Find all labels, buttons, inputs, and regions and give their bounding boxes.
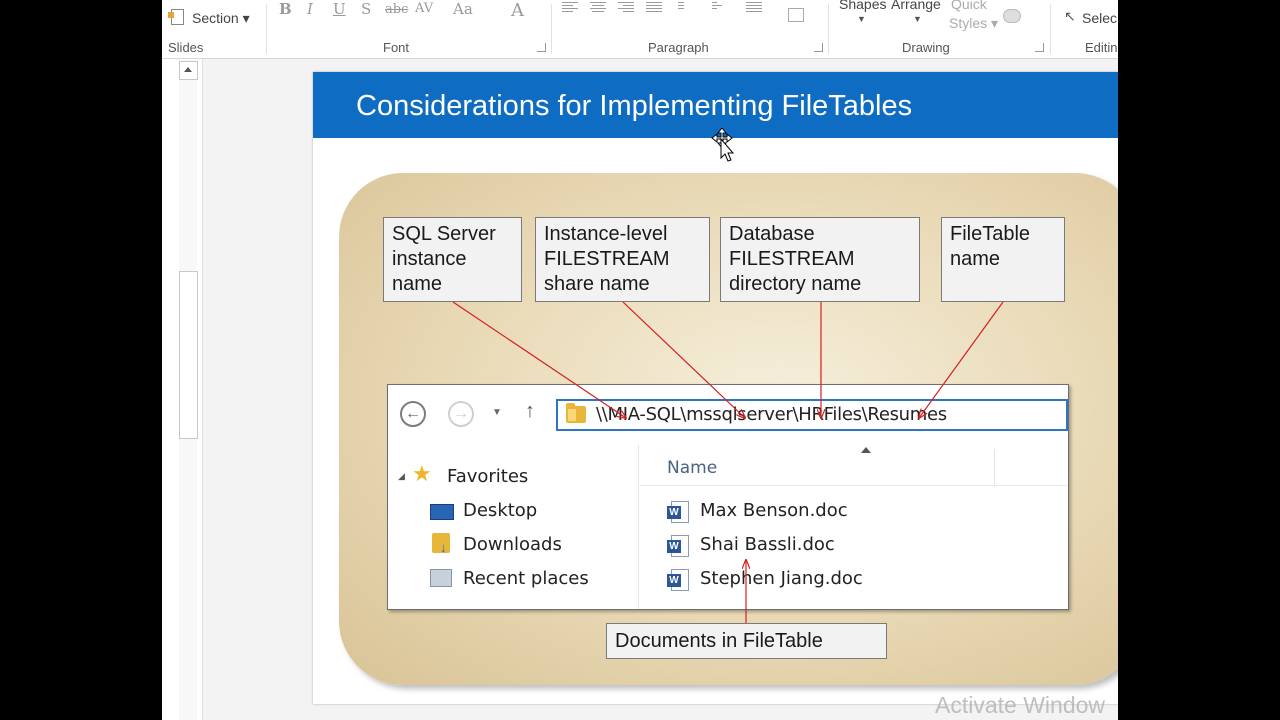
justify-icon[interactable] — [646, 2, 662, 14]
label-documents-in-filetable[interactable]: Documents in FileTable — [606, 623, 887, 659]
desktop-icon — [430, 504, 454, 520]
quick-styles-line1: Quick — [951, 0, 987, 12]
up-arrow-icon[interactable]: ↑ — [525, 400, 535, 423]
align-right-icon[interactable] — [618, 2, 634, 14]
column-divider[interactable] — [994, 449, 995, 485]
folder-icon — [566, 403, 586, 423]
move-cursor-icon — [711, 128, 735, 162]
powerpoint-window: Section ▾ Slides B I U S abc AV Aa A Fon… — [162, 0, 1118, 720]
strikethrough-button[interactable]: abc — [385, 2, 408, 17]
file-name: Stephen Jiang.doc — [700, 568, 863, 589]
pane-divider[interactable] — [638, 445, 639, 609]
change-case-button[interactable]: Aa — [453, 0, 473, 18]
font-dialog-launcher[interactable] — [537, 43, 546, 52]
recent-places-icon — [430, 569, 452, 587]
bold-button[interactable]: B — [279, 0, 292, 18]
scroll-up-button[interactable] — [179, 61, 198, 80]
activate-windows-watermark: Activate Window — [935, 692, 1106, 718]
sort-ascending-icon — [861, 447, 871, 453]
editing-group-label: Editin — [1085, 40, 1118, 55]
header-line — [640, 485, 1068, 486]
paragraph-group: Paragraph — [552, 0, 828, 58]
bullets-icon[interactable] — [746, 2, 762, 14]
font-group-label: Font — [383, 40, 410, 55]
arrange-button[interactable]: Arrange — [891, 0, 941, 12]
recent-locations-dropdown-icon[interactable]: ▼ — [492, 407, 502, 418]
favorites-star-icon: ★ — [412, 461, 432, 486]
section-button-label: Section — [192, 10, 239, 26]
navigation-pane: ◢ ★ Favorites Desktop ↓ Downloads Recent… — [388, 445, 636, 609]
slides-group-label: Slides — [168, 40, 204, 55]
shapes-dropdown-icon: ▼ — [857, 14, 866, 24]
forward-button[interactable]: → — [448, 401, 474, 427]
address-bar[interactable]: \\MIA-SQL\mssqlserver\HRFiles\Resumes — [556, 399, 1068, 431]
expand-arrow-icon[interactable]: ◢ — [398, 471, 405, 482]
section-button[interactable]: Section ▾ — [192, 10, 250, 27]
shape-fill-icon[interactable] — [1003, 9, 1021, 23]
arrange-dropdown-icon: ▼ — [913, 14, 922, 24]
column-header-name[interactable]: Name — [667, 458, 717, 478]
word-doc-icon: W — [667, 501, 691, 523]
character-spacing-button[interactable]: AV — [415, 1, 433, 16]
address-path: \\MIA-SQL\mssqlserver\HRFiles\Resumes — [596, 404, 947, 425]
back-arrow-icon: ← — [405, 405, 421, 422]
label-database-directory[interactable]: Database FILESTREAM directory name — [720, 217, 920, 302]
underline-button[interactable]: U — [333, 0, 346, 18]
section-icon-accent — [168, 12, 174, 18]
label-filetable-name[interactable]: FileTable name — [941, 217, 1065, 302]
quick-styles-label: Styles ▾ — [949, 15, 999, 31]
editing-group: ↖ Selec Editin — [1051, 0, 1118, 58]
word-doc-icon: W — [667, 569, 691, 591]
drawing-dialog-launcher[interactable] — [1035, 43, 1044, 52]
smartart-icon[interactable] — [788, 8, 804, 22]
drawing-group: Shapes ▼ Arrange ▼ Quick Styles ▾ Drawin… — [829, 0, 1050, 58]
nav-favorites[interactable]: Favorites — [447, 466, 528, 487]
select-button[interactable]: Selec — [1082, 10, 1117, 26]
forward-arrow-icon: → — [453, 405, 469, 422]
label-sql-instance[interactable]: SQL Server instance name — [383, 217, 522, 302]
file-name: Max Benson.doc — [700, 500, 848, 521]
slide-title[interactable]: Considerations for Implementing FileTabl… — [356, 90, 912, 123]
columns-icon[interactable] — [678, 2, 694, 14]
file-name: Shai Bassli.doc — [700, 534, 835, 555]
align-center-icon[interactable] — [590, 2, 606, 14]
downloads-arrow-icon: ↓ — [440, 540, 447, 555]
word-doc-icon: W — [667, 535, 691, 557]
quick-styles-button[interactable]: Quick — [951, 0, 987, 12]
slides-group: Section ▾ Slides — [162, 0, 266, 58]
font-color-button[interactable]: A — [511, 0, 524, 21]
shapes-button[interactable]: Shapes — [839, 0, 886, 12]
drawing-group-label: Drawing — [902, 40, 950, 55]
ribbon: Section ▾ Slides B I U S abc AV Aa A Fon… — [162, 0, 1118, 59]
italic-button[interactable]: I — [307, 0, 313, 18]
font-group: B I U S abc AV Aa A Font — [267, 0, 551, 58]
nav-downloads[interactable]: Downloads — [463, 534, 562, 555]
label-instance-share[interactable]: Instance-level FILESTREAM share name — [535, 217, 710, 302]
paragraph-group-label: Paragraph — [648, 40, 709, 55]
nav-desktop[interactable]: Desktop — [463, 500, 537, 521]
scrollbar-thumb[interactable] — [179, 271, 198, 439]
file-explorer-screenshot: ← → ▼ ↑ \\MIA-SQL\mssqlserver\HRFiles\Re… — [387, 384, 1069, 610]
shadow-button[interactable]: S — [361, 0, 371, 18]
quick-styles-line2: Styles — [949, 15, 988, 31]
select-cursor-icon: ↖ — [1064, 8, 1076, 24]
align-left-icon[interactable] — [562, 2, 578, 14]
nav-recent-places[interactable]: Recent places — [463, 568, 589, 589]
text-direction-icon[interactable] — [712, 2, 728, 14]
slide-canvas[interactable]: Considerations for Implementing FileTabl… — [313, 72, 1118, 704]
paragraph-dialog-launcher[interactable] — [814, 43, 823, 52]
back-button[interactable]: ← — [400, 401, 426, 427]
